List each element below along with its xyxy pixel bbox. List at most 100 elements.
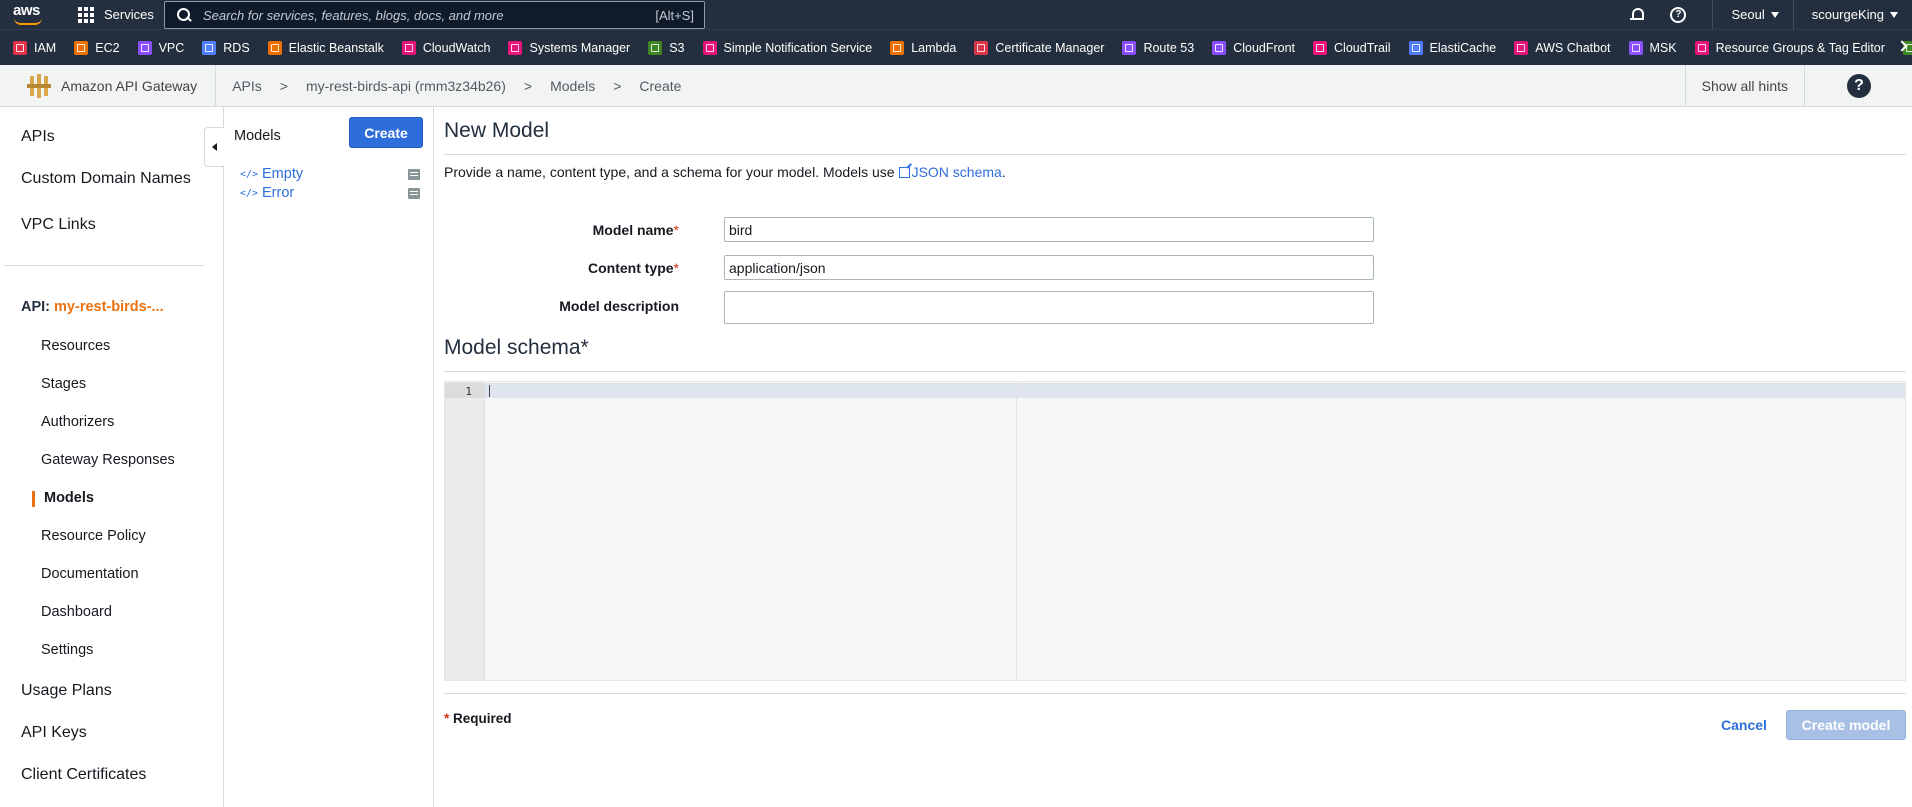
favorite-label: EC2: [95, 40, 120, 55]
show-all-hints-button[interactable]: Show all hints: [1684, 65, 1805, 106]
favorite-rds[interactable]: RDS: [202, 40, 250, 55]
nav-gateway-responses[interactable]: Gateway Responses: [41, 452, 175, 468]
nav-dashboard[interactable]: Dashboard: [41, 604, 112, 620]
nav-authorizers[interactable]: Authorizers: [41, 414, 114, 430]
favorite-elastic-beanstalk[interactable]: Elastic Beanstalk: [267, 40, 384, 55]
breadcrumb-separator: >: [613, 77, 622, 94]
divider: [444, 371, 1906, 372]
text-cursor: [489, 385, 490, 397]
create-model-panel-button[interactable]: Create: [349, 117, 423, 148]
model-name[interactable]: Empty: [262, 166, 408, 182]
model-name-field[interactable]: [724, 217, 1374, 242]
schema-code-editor[interactable]: 1: [444, 381, 1906, 681]
model-name[interactable]: Error: [262, 185, 408, 201]
aws-smile-icon: [14, 18, 42, 25]
nav-stages[interactable]: Stages: [41, 376, 86, 392]
account-menu[interactable]: scourgeKing: [1794, 7, 1912, 22]
top-navigation-right: ? Seoul scourgeKing: [1629, 0, 1912, 29]
favorite-label: Systems Manager: [529, 40, 631, 55]
favorite-ec2[interactable]: EC2: [74, 40, 120, 55]
cancel-button[interactable]: Cancel: [1721, 717, 1767, 733]
model-item[interactable]: </> Empty: [240, 165, 420, 183]
description-text: Provide a name, content type, and a sche…: [444, 164, 895, 180]
favorite-resource-groups-tag-editor[interactable]: Resource Groups & Tag Editor: [1694, 40, 1885, 55]
route53-icon: [1122, 40, 1137, 55]
favorite-label: RDS: [223, 40, 250, 55]
search-shortcut-hint: [Alt+S]: [655, 7, 694, 23]
nav-custom-domain-names[interactable]: Custom Domain Names: [21, 170, 191, 188]
breadcrumb-models[interactable]: Models: [550, 78, 595, 94]
favorite-route-53[interactable]: Route 53: [1122, 40, 1194, 55]
nav-settings[interactable]: Settings: [41, 642, 93, 658]
favorite-cloudwatch[interactable]: CloudWatch: [401, 40, 490, 55]
services-menu-button[interactable]: Services: [78, 0, 154, 29]
model-name-label-text: Model name: [592, 222, 674, 238]
systems-manager-icon: [508, 40, 523, 55]
main-content: New Model Provide a name, content type, …: [434, 107, 1912, 807]
model-description-field[interactable]: [724, 291, 1374, 324]
elasticache-icon: [1408, 40, 1423, 55]
nav-resource-policy[interactable]: Resource Policy: [41, 528, 146, 544]
model-item[interactable]: </> Error: [240, 184, 420, 202]
favorite-elasticache[interactable]: ElastiCache: [1408, 40, 1496, 55]
nav-api-keys[interactable]: API Keys: [21, 724, 87, 742]
content-type-field[interactable]: [724, 255, 1374, 280]
favorite-certificate-manager[interactable]: Certificate Manager: [974, 40, 1104, 55]
nav-resources[interactable]: Resources: [41, 338, 110, 354]
grid-icon: [78, 6, 94, 23]
breadcrumb-apis[interactable]: APIs: [232, 78, 262, 94]
nav-documentation[interactable]: Documentation: [41, 566, 139, 582]
left-navigation: APIs Custom Domain Names VPC Links API: …: [0, 107, 224, 807]
breadcrumb-create: Create: [639, 77, 682, 94]
lambda-icon: [890, 40, 905, 55]
nav-models[interactable]: Models: [44, 490, 94, 506]
favorite-label: IAM: [34, 40, 57, 55]
favorite-systems-manager[interactable]: Systems Manager: [508, 40, 631, 55]
favorite-lambda[interactable]: Lambda: [890, 40, 956, 55]
divider: [4, 265, 204, 266]
aws-logo[interactable]: aws: [12, 0, 52, 29]
favorite-cloudfront[interactable]: CloudFront: [1212, 40, 1295, 55]
favorite-iam[interactable]: IAM: [13, 40, 57, 55]
nav-client-certificates[interactable]: Client Certificates: [21, 766, 146, 784]
help-icon[interactable]: ?: [1847, 74, 1871, 98]
search-input[interactable]: Search for services, features, blogs, do…: [164, 1, 705, 29]
chatbot-icon: [1514, 40, 1529, 55]
create-model-button[interactable]: Create model: [1786, 710, 1906, 740]
current-api-label[interactable]: API: my-rest-birds-...: [21, 299, 164, 315]
cloudwatch-icon: [401, 40, 416, 55]
model-schema-title: Model schema*: [444, 336, 589, 359]
help-icon[interactable]: ?: [1670, 6, 1687, 23]
favorite-label: VPC: [158, 40, 185, 55]
active-line-highlight: [445, 383, 1905, 398]
favorite-cloudtrail[interactable]: CloudTrail: [1313, 40, 1391, 55]
documentation-icon[interactable]: [408, 168, 420, 180]
description-period: .: [1001, 164, 1006, 180]
cloudfront-icon: [1212, 40, 1227, 55]
breadcrumb-api[interactable]: my-rest-birds-api (rmm3z34b26): [306, 78, 506, 94]
favorite-label: Simple Notification Service: [723, 40, 873, 55]
model-name-label: Model name*: [434, 222, 679, 238]
caret-down-icon: [1770, 11, 1779, 18]
required-text: Required: [453, 711, 512, 726]
breadcrumb-separator: >: [523, 77, 533, 94]
favorite-simple-notification-service[interactable]: Simple Notification Service: [702, 40, 873, 55]
account-username: scourgeKing: [1811, 7, 1884, 22]
documentation-icon[interactable]: [408, 187, 420, 199]
nav-vpc-links[interactable]: VPC Links: [21, 216, 96, 234]
print-margin: [1016, 382, 1017, 680]
json-schema-link[interactable]: JSON schema: [912, 164, 1002, 180]
nav-usage-plans[interactable]: Usage Plans: [21, 682, 112, 700]
region-selector[interactable]: Seoul: [1713, 7, 1792, 22]
service-name[interactable]: Amazon API Gateway: [61, 64, 217, 107]
nav-apis[interactable]: APIs: [21, 128, 55, 146]
collapse-panel-button[interactable]: [204, 127, 224, 167]
code-icon: </>: [240, 187, 259, 199]
models-panel: Models Create </> Empty </> Error: [204, 107, 434, 807]
favorite-vpc[interactable]: VPC: [137, 40, 185, 55]
elastic-beanstalk-icon: [267, 40, 282, 55]
favorite-s3[interactable]: S3: [648, 40, 685, 55]
favorite-aws-chatbot[interactable]: AWS Chatbot: [1514, 40, 1611, 55]
bell-icon[interactable]: [1629, 7, 1645, 23]
favorite-msk[interactable]: MSK: [1628, 40, 1677, 55]
